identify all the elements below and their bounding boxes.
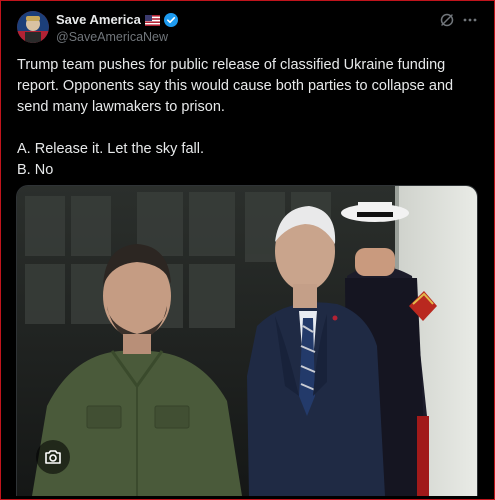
verified-badge-icon bbox=[163, 12, 178, 27]
post-photo[interactable] bbox=[16, 185, 478, 496]
author-name[interactable]: Save America bbox=[56, 12, 141, 27]
camera-icon[interactable] bbox=[36, 440, 70, 474]
post-text-line: send many lawmakers to prison. bbox=[17, 99, 225, 115]
post-text: Trump team pushes for public release of … bbox=[17, 55, 475, 181]
post-card: Save America @SaveAmericaNew Trump team … bbox=[0, 0, 495, 500]
author-name-row[interactable]: Save America bbox=[56, 12, 178, 27]
post-text-line: report. Opponents say this would cause b… bbox=[17, 78, 454, 94]
poll-option-a-text: A. Release it. Let the sky fall. bbox=[17, 141, 204, 157]
more-options-icon[interactable] bbox=[462, 12, 478, 28]
author-avatar[interactable] bbox=[17, 11, 49, 43]
us-flag-icon bbox=[144, 14, 160, 26]
author-handle[interactable]: @SaveAmericaNew bbox=[56, 30, 168, 44]
poll-option-b-text: B. No bbox=[17, 162, 54, 178]
grok-icon[interactable] bbox=[439, 12, 455, 28]
post-text-line: Trump team pushes for public release of … bbox=[17, 57, 446, 73]
